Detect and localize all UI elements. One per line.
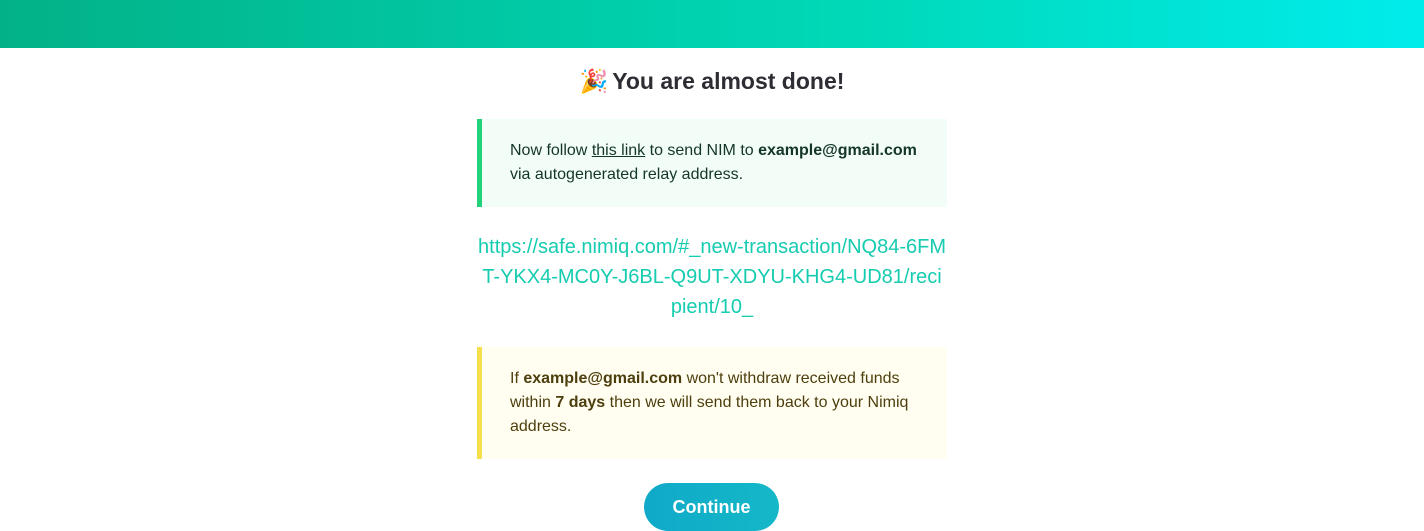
page-title: 🎉 You are almost done! <box>0 64 1424 98</box>
top-gradient-bar <box>0 0 1424 48</box>
page-title-text: You are almost done! <box>612 68 845 94</box>
relay-transaction-link[interactable]: https://safe.nimiq.com/#_new-transaction… <box>477 232 947 322</box>
instruction-prefix: Now follow <box>510 142 592 159</box>
continue-button[interactable]: Continue <box>644 483 779 531</box>
withdrawal-warning-notice: If example@gmail.com won't withdraw rece… <box>477 347 947 459</box>
instruction-suffix: via autogenerated relay address. <box>510 166 744 183</box>
instruction-middle: to send NIM to <box>645 142 759 159</box>
recipient-email: example@gmail.com <box>758 142 917 159</box>
this-link[interactable]: this link <box>592 142 645 159</box>
warning-email: example@gmail.com <box>523 370 683 387</box>
instruction-notice: Now follow this link to send NIM to exam… <box>477 119 947 207</box>
party-popper-icon: 🎉 <box>579 68 609 94</box>
warning-prefix: If <box>510 370 524 387</box>
warning-days: 7 days <box>555 394 606 411</box>
